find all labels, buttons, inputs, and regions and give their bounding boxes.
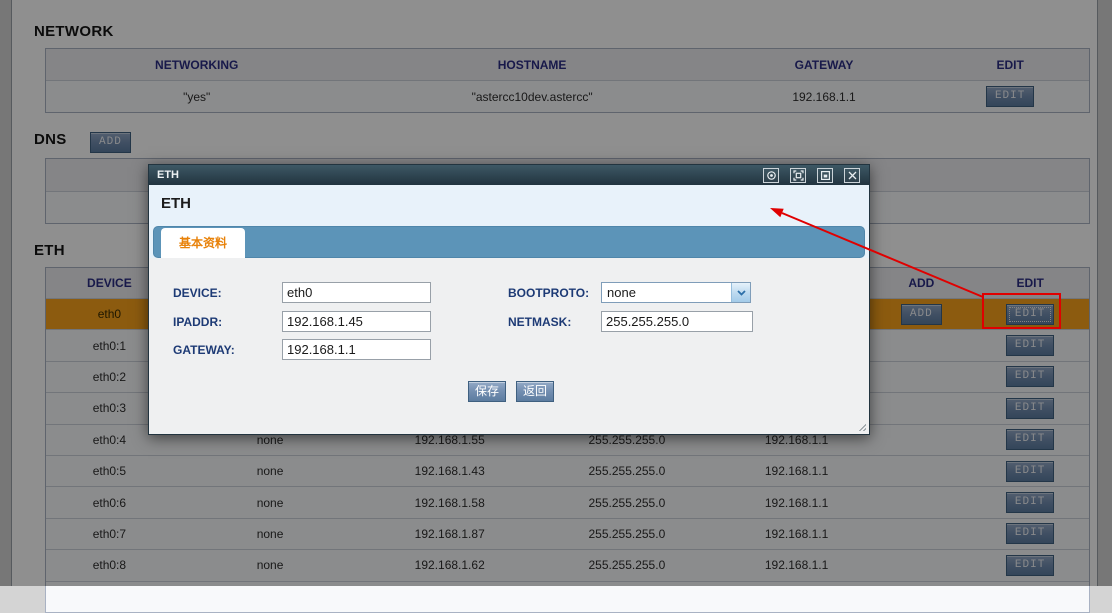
back-button[interactable]: 返回 (516, 381, 555, 402)
netmask-field[interactable] (601, 311, 753, 332)
tab-basic-info[interactable]: 基本资料 (161, 228, 245, 258)
bootproto-label: BOOTPROTO: (508, 286, 590, 300)
bootproto-selected-value: none (607, 285, 636, 300)
maximize-icon[interactable] (790, 167, 806, 183)
ipaddr-field[interactable] (282, 311, 431, 332)
collapse-icon[interactable] (763, 167, 779, 183)
dialog-window-controls (752, 167, 869, 183)
restore-icon[interactable] (817, 167, 833, 183)
page: { "network": { "title": "NETWORK", "head… (0, 0, 1112, 613)
close-icon[interactable] (844, 167, 860, 183)
save-button[interactable]: 保存 (468, 381, 507, 402)
chevron-down-icon (731, 283, 750, 302)
ipaddr-label: IPADDR: (173, 315, 223, 329)
dialog-heading: ETH (161, 195, 191, 212)
netmask-label: NETMASK: (508, 315, 572, 329)
gateway-label: GATEWAY: (173, 343, 235, 357)
bootproto-select[interactable]: none (601, 282, 751, 303)
dialog-tabbar: 基本资料 (153, 226, 865, 258)
dialog-header: ETH (149, 185, 869, 226)
device-field[interactable] (282, 282, 431, 303)
eth-edit-dialog: ETH ETH 基本资料 DEVICE: IPADDR: GATEWAY: BO… (148, 164, 870, 435)
device-label: DEVICE: (173, 286, 222, 300)
dialog-title: ETH (157, 169, 179, 181)
dialog-titlebar[interactable]: ETH (149, 165, 869, 185)
gateway-field[interactable] (282, 339, 431, 360)
dialog-form (149, 258, 869, 434)
